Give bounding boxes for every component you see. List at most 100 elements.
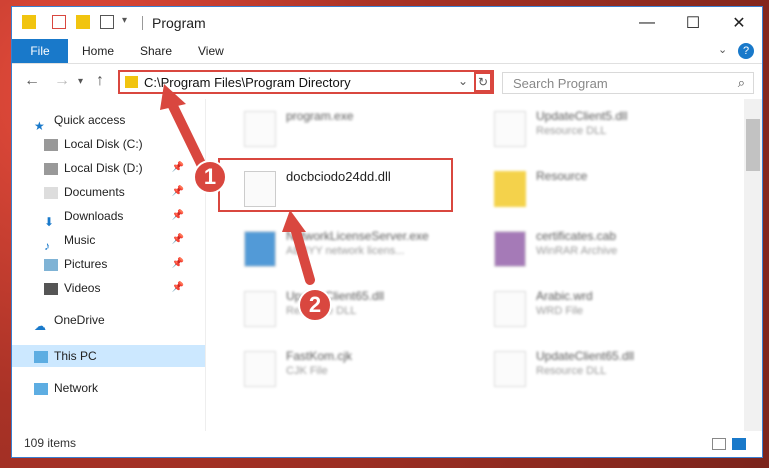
network-icon — [34, 382, 48, 395]
large-icons-view-icon[interactable] — [732, 438, 746, 450]
sidebar-item-label: Quick access — [54, 113, 126, 127]
pin-icon[interactable]: 📌 — [172, 181, 184, 203]
file-highlight-box — [218, 158, 453, 212]
new-folder-icon[interactable] — [76, 15, 90, 29]
music-icon: ♪ — [44, 238, 50, 253]
sidebar-item-label: Videos — [64, 281, 101, 295]
sidebar-item-local-disk-d[interactable]: Local Disk (D:) 📌 — [44, 157, 214, 179]
file-icon — [494, 291, 526, 327]
file-item[interactable]: UpdateClient65.dllResource DLL — [494, 347, 714, 393]
file-type: CJK File — [286, 365, 328, 377]
sidebar-item-label: Pictures — [64, 257, 108, 271]
help-icon[interactable]: ? — [738, 43, 754, 59]
dll-icon — [494, 351, 526, 387]
file-item[interactable]: UpdateClient65.dllResource DLL — [244, 287, 464, 333]
tab-file[interactable]: File — [12, 39, 68, 63]
vertical-scrollbar[interactable] — [744, 99, 762, 431]
star-icon: ★ — [34, 118, 45, 133]
minimize-button[interactable]: — — [624, 7, 670, 39]
navigation-pane: ★ Quick access Local Disk (C:) Local Disk… — [12, 99, 206, 431]
file-item[interactable]: NetworkLicenseServer.exe ABBYY network li… — [244, 227, 464, 273]
up-arrow-icon[interactable]: ↑ — [96, 72, 104, 90]
sidebar-item-label: OneDrive — [54, 313, 105, 327]
documents-icon — [44, 186, 58, 199]
file-item[interactable]: UpdateClient5.dll Resource DLL — [494, 107, 714, 153]
pin-icon[interactable]: 📌 — [172, 157, 184, 179]
search-box[interactable]: Search Program ⌕ — [502, 72, 754, 94]
sidebar-item-music[interactable]: ♪ Music 📌 — [44, 229, 214, 253]
recent-dropdown-icon[interactable]: ▾ — [78, 76, 83, 87]
download-icon: ⬇ — [44, 214, 55, 229]
sidebar-item-this-pc[interactable]: This PC — [12, 345, 205, 367]
folder-icon — [125, 76, 138, 88]
navigation-bar: ← → ▾ ↑ C:\Program Files\Program Directo… — [12, 64, 762, 98]
status-bar: 109 items — [12, 432, 762, 458]
exe-icon — [244, 111, 276, 147]
scrollbar-thumb[interactable] — [746, 119, 760, 171]
sidebar-item-videos[interactable]: Videos 📌 — [44, 277, 214, 299]
cloud-icon: ☁ — [34, 318, 46, 333]
tab-view[interactable]: View — [188, 39, 234, 63]
tab-share[interactable]: Share — [130, 39, 182, 63]
folder-item[interactable]: Resource — [494, 167, 714, 213]
sidebar-item-network[interactable]: Network — [34, 377, 204, 399]
sidebar-item-onedrive[interactable]: ☁ OneDrive — [34, 309, 204, 333]
exe-icon — [244, 231, 276, 267]
tab-home[interactable]: Home — [72, 39, 124, 63]
ribbon-tabs: File Home Share View ⌄ ? — [12, 39, 762, 64]
file-item[interactable]: FastKom.cjk CJK File — [244, 347, 464, 393]
file-name: UpdateClient65.dll — [536, 349, 635, 363]
sidebar-item-label: Network — [54, 381, 99, 395]
sidebar-item-label: Music — [64, 233, 96, 247]
file-name: NetworkLicenseServer.exe — [286, 229, 429, 243]
computer-icon — [34, 350, 48, 363]
file-type: Resource DLL — [536, 125, 607, 137]
file-item[interactable]: Arabic.wrd WRD File — [494, 287, 714, 333]
window-title: Program — [152, 15, 206, 31]
drive-icon — [44, 138, 58, 151]
folder-icon — [494, 171, 526, 207]
folder-icon — [22, 15, 36, 29]
close-button[interactable]: ✕ — [716, 7, 762, 39]
dropdown-icon[interactable]: ▾ — [122, 15, 127, 26]
sidebar-item-pictures[interactable]: Pictures 📌 — [44, 253, 214, 275]
sidebar-item-downloads[interactable]: ⬇ Downloads 📌 — [44, 205, 214, 229]
details-view-icon[interactable] — [712, 438, 726, 450]
sidebar-item-label: Documents — [64, 185, 125, 199]
pin-icon[interactable]: 📌 — [172, 277, 184, 299]
sidebar-item-label: Local Disk (D:) — [64, 161, 143, 175]
maximize-button[interactable]: ☐ — [670, 7, 716, 39]
file-name: Resource — [536, 169, 588, 183]
forward-arrow-icon[interactable]: → — [54, 72, 70, 90]
file-name: certificates.cab — [536, 229, 617, 243]
refresh-icon[interactable]: ↻ — [474, 72, 492, 92]
address-dropdown-icon[interactable]: ⌄ — [458, 74, 468, 88]
sidebar-item-local-disk-c[interactable]: Local Disk (C:) — [44, 133, 214, 155]
file-item[interactable]: certificates.cab WinRAR Archive — [494, 227, 714, 273]
customize-toolbar-icon[interactable] — [100, 15, 114, 29]
dll-icon — [494, 111, 526, 147]
file-icon — [244, 351, 276, 387]
properties-icon[interactable] — [52, 15, 66, 29]
step-2-badge: 2 — [298, 288, 332, 322]
sidebar-item-label: Local Disk (C:) — [64, 137, 143, 151]
pin-icon[interactable]: 📌 — [172, 229, 184, 251]
pin-icon[interactable]: 📌 — [172, 205, 184, 227]
file-type: ABBYY network licens... — [286, 245, 405, 257]
file-name: UpdateClient5.dll — [536, 109, 628, 123]
ribbon-expand-icon[interactable]: ⌄ — [718, 43, 727, 56]
sidebar-item-quick-access[interactable]: ★ Quick access — [34, 109, 204, 133]
file-item[interactable]: program.exe — [244, 107, 464, 153]
search-icon: ⌕ — [737, 75, 745, 90]
file-name: Arabic.wrd — [536, 289, 593, 303]
address-path: C:\Program Files\Program Directory — [144, 75, 351, 90]
back-arrow-icon[interactable]: ← — [24, 72, 40, 90]
pin-icon[interactable]: 📌 — [172, 253, 184, 275]
file-type: WinRAR Archive — [536, 245, 618, 257]
address-bar[interactable]: C:\Program Files\Program Directory ⌄ — [118, 70, 494, 94]
sidebar-item-documents[interactable]: Documents 📌 — [44, 181, 214, 203]
file-name: program.exe — [286, 109, 354, 123]
archive-icon — [494, 231, 526, 267]
file-type: WRD File — [536, 305, 584, 317]
drive-icon — [44, 162, 58, 175]
